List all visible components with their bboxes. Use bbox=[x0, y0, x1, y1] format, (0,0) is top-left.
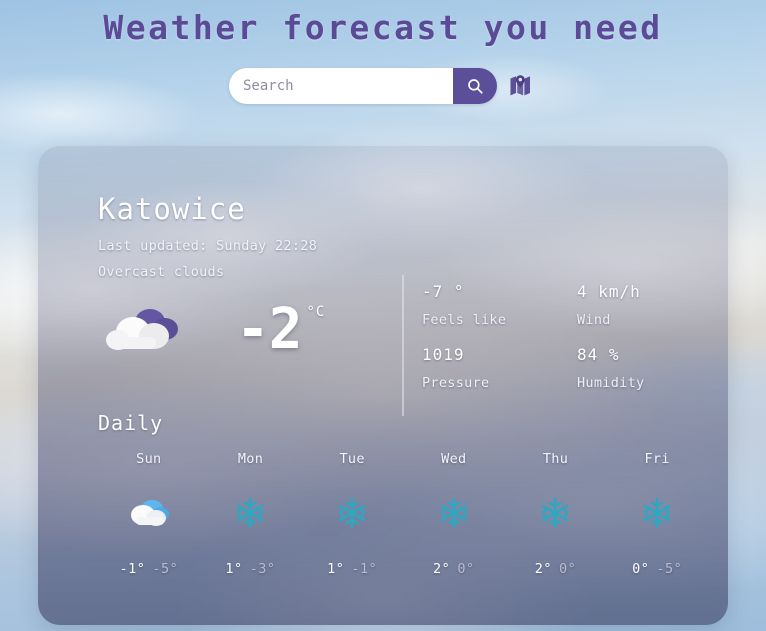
day-temps: 1° -3° bbox=[225, 561, 275, 577]
city-name: Katowice bbox=[98, 192, 246, 226]
day-temps: -1° -5° bbox=[119, 561, 178, 577]
daily-item-sun[interactable]: Sun -1° -5° bbox=[98, 451, 200, 577]
day-temps: 1° -1° bbox=[327, 561, 377, 577]
day-name: Mon bbox=[237, 451, 264, 467]
day-high: -1° bbox=[119, 561, 146, 577]
day-low: 0° bbox=[558, 561, 577, 577]
current-temperature: -2 °C bbox=[236, 296, 326, 362]
day-high: 2° bbox=[433, 561, 451, 577]
stat-label: Humidity bbox=[577, 375, 645, 391]
daily-item-tue[interactable]: Tue 1° -1° bbox=[301, 451, 403, 577]
current-weather: -2 °C bbox=[98, 292, 398, 367]
snowflake-icon bbox=[237, 497, 264, 529]
snowflake-icon bbox=[440, 497, 468, 529]
day-name: Thu bbox=[542, 451, 569, 467]
page-title: Weather forecast you need bbox=[103, 8, 663, 47]
day-name: Fri bbox=[644, 451, 670, 467]
stat-label: Wind bbox=[577, 312, 611, 328]
day-low: -5° bbox=[152, 561, 179, 577]
daily-forecast: Sun -1° -5° Mon 1° -3° Tue 1° -1° Wed 2°… bbox=[98, 451, 708, 577]
snowflake-icon bbox=[338, 497, 366, 529]
current-temperature-value: -2 bbox=[236, 296, 302, 362]
weather-description: Overcast clouds bbox=[98, 264, 225, 280]
map-button[interactable] bbox=[507, 71, 537, 101]
overcast-clouds-icon bbox=[106, 308, 178, 350]
day-high: 1° bbox=[225, 561, 243, 577]
day-temps: 0° -5° bbox=[632, 561, 682, 577]
day-low: -5° bbox=[656, 561, 683, 577]
day-icon-wrap bbox=[438, 487, 470, 539]
day-high: 1° bbox=[327, 561, 345, 577]
stat-label: Pressure bbox=[422, 375, 490, 391]
stat-feels-like: -7 ° Feels like bbox=[422, 282, 577, 345]
cloud-icon bbox=[130, 500, 169, 526]
day-icon-wrap bbox=[336, 487, 368, 539]
stat-humidity: 84 % Humidity bbox=[577, 345, 702, 408]
day-name: Sun bbox=[136, 451, 162, 467]
daily-item-mon[interactable]: Mon 1° -3° bbox=[200, 451, 302, 577]
search-button[interactable] bbox=[453, 68, 497, 104]
daily-section-title: Daily bbox=[98, 411, 164, 435]
day-low: -1° bbox=[351, 561, 378, 577]
day-icon-wrap bbox=[234, 487, 266, 539]
stat-value: -7 ° bbox=[422, 282, 465, 301]
day-icon-wrap bbox=[539, 487, 571, 539]
snowflake-icon bbox=[643, 497, 671, 529]
daily-item-fri[interactable]: Fri 0° -5° bbox=[606, 451, 708, 577]
day-name: Tue bbox=[339, 451, 365, 467]
stat-wind: 4 km/h Wind bbox=[577, 282, 702, 345]
search-field-group bbox=[229, 68, 497, 104]
search-icon bbox=[468, 79, 483, 94]
day-icon-wrap bbox=[641, 487, 673, 539]
day-icon-wrap bbox=[128, 487, 170, 539]
search-bar bbox=[0, 68, 766, 104]
last-updated: Last updated: Sunday 22:28 bbox=[98, 238, 318, 254]
day-high: 0° bbox=[632, 561, 650, 577]
weather-card: Katowice Last updated: Sunday 22:28 Over… bbox=[38, 146, 728, 625]
current-temperature-unit: °C bbox=[306, 303, 326, 320]
search-input[interactable] bbox=[229, 68, 453, 104]
current-stats: -7 ° Feels like 4 km/h Wind 1019 Pressur… bbox=[422, 282, 702, 408]
stat-value: 1019 bbox=[422, 345, 465, 364]
stat-value: 84 % bbox=[577, 345, 620, 364]
day-low: 0° bbox=[457, 561, 475, 577]
current-weather-icon-wrap bbox=[98, 302, 194, 358]
daily-item-wed[interactable]: Wed 2° 0° bbox=[403, 451, 505, 577]
day-high: 2° bbox=[534, 561, 552, 577]
day-low: -3° bbox=[249, 561, 276, 577]
day-temps: 2° 0° bbox=[433, 561, 475, 577]
daily-item-thu[interactable]: Thu 2° 0° bbox=[505, 451, 607, 577]
day-temps: 2° 0° bbox=[535, 561, 577, 577]
snowflake-icon bbox=[542, 497, 569, 529]
stat-pressure: 1019 Pressure bbox=[422, 345, 577, 408]
stat-value: 4 km/h bbox=[577, 282, 641, 301]
map-pin-icon bbox=[510, 75, 530, 96]
stat-label: Feels like bbox=[422, 312, 507, 328]
day-name: Wed bbox=[441, 451, 467, 467]
stats-divider bbox=[402, 275, 404, 416]
